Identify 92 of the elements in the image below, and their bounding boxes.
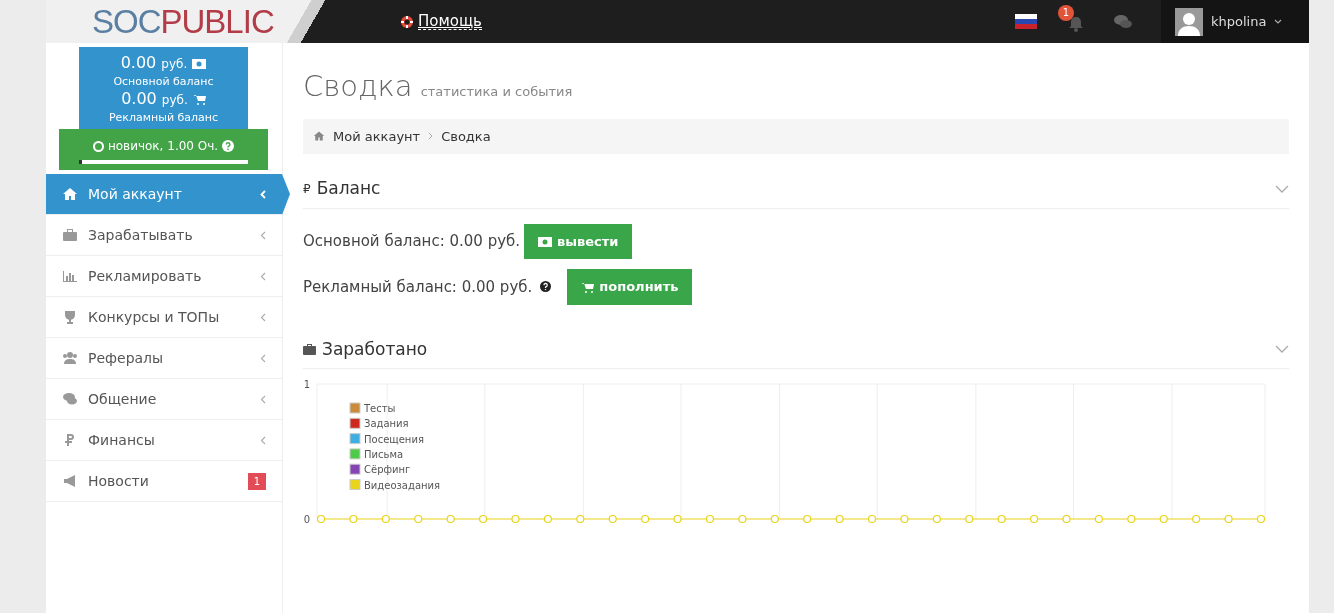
breadcrumb-item: Сводка — [441, 127, 491, 146]
data-point — [349, 514, 358, 524]
russian-flag-icon[interactable] — [1015, 14, 1037, 29]
data-point — [738, 514, 747, 524]
count-badge: 1 — [247, 472, 266, 490]
collapse-icon[interactable] — [1275, 184, 1289, 193]
data-point — [803, 514, 812, 524]
help-link[interactable]: Помощь — [418, 12, 482, 31]
data-point — [1192, 514, 1201, 524]
page-subtitle: статистика и события — [420, 83, 573, 101]
legend-swatch — [349, 463, 361, 475]
circle-icon — [92, 140, 104, 152]
data-point — [1062, 514, 1071, 524]
legend-swatch — [349, 448, 361, 460]
page-title: Сводка — [303, 68, 413, 105]
sidebar-item[interactable]: Рефералы — [46, 338, 282, 380]
notification-badge: 1 — [1058, 4, 1074, 21]
data-point — [1094, 514, 1104, 524]
cart-icon — [192, 94, 206, 106]
sidebar-item[interactable]: Общение — [46, 379, 282, 421]
data-point — [641, 514, 650, 524]
legend-label: Видеозадания — [364, 479, 441, 491]
briefcase-icon — [62, 227, 78, 244]
legend-swatch — [349, 433, 361, 445]
lifebuoy-icon — [400, 14, 414, 29]
data-point — [1224, 514, 1233, 524]
data-point — [316, 514, 326, 524]
bar-chart-icon — [62, 268, 78, 285]
data-point — [673, 514, 682, 524]
legend-swatch — [349, 402, 361, 414]
rank-text: новичок, 1.00 Оч. — [107, 138, 219, 156]
trophy-icon — [62, 309, 78, 326]
ruble-sign: ₽ — [303, 180, 311, 198]
section-title: Заработано — [322, 337, 428, 361]
main-balance-text: Основной баланс: 0.00 руб. — [303, 231, 521, 252]
main-balance-amount: 0.00 руб. — [79, 53, 248, 74]
data-point — [608, 514, 617, 524]
caret-icon — [1274, 19, 1283, 24]
section-title: Баланс — [316, 177, 381, 200]
data-point — [770, 514, 779, 524]
data-point — [1256, 514, 1266, 524]
ad-balance-label: Рекламный баланс — [107, 110, 220, 126]
legend-label: Задания — [364, 418, 409, 430]
banknote-icon — [538, 237, 553, 247]
home-icon — [313, 130, 325, 143]
cart-icon — [581, 282, 595, 293]
sidebar-item[interactable]: Конкурсы и ТОПы — [46, 297, 282, 339]
help-icon[interactable] — [540, 281, 552, 293]
data-point — [965, 514, 974, 524]
axis-tick-label: 0 — [303, 514, 310, 525]
legend-label: Посещения — [364, 433, 424, 445]
data-point — [381, 514, 390, 524]
separator-icon — [428, 132, 434, 141]
megaphone-icon — [62, 473, 78, 490]
collapse-icon[interactable] — [1275, 345, 1289, 354]
legend-swatch — [349, 479, 361, 490]
data-point — [478, 514, 488, 524]
data-point — [1030, 514, 1039, 524]
chat-icon[interactable] — [1113, 13, 1133, 30]
briefcase-icon — [303, 343, 316, 355]
legend-swatch — [349, 417, 361, 429]
data-point — [997, 514, 1006, 524]
axis-tick-label: 1 — [303, 379, 310, 390]
data-point — [1127, 514, 1136, 524]
users-icon — [62, 350, 78, 367]
sidebar-item[interactable]: Зарабатывать — [46, 215, 282, 257]
main-balance-label: Основной баланс — [112, 73, 215, 90]
data-point — [932, 514, 941, 524]
bell-icon[interactable] — [1067, 15, 1085, 33]
banknote-icon — [192, 58, 207, 69]
user-menu[interactable]: khpolina — [1161, 0, 1309, 43]
data-point — [576, 514, 585, 524]
data-point — [543, 514, 552, 524]
home-icon — [62, 186, 78, 203]
sidebar-item[interactable]: Новости 1 — [46, 461, 282, 503]
avatar-icon — [1175, 7, 1203, 36]
data-point — [867, 514, 877, 524]
ad-balance-text: Рекламный баланс: 0.00 руб. — [303, 276, 533, 298]
data-point — [414, 514, 423, 524]
data-point — [511, 514, 520, 524]
data-point — [900, 514, 909, 524]
data-point — [446, 514, 455, 524]
sidebar-item[interactable]: Рекламировать — [46, 256, 282, 298]
sidebar-item[interactable]: Финансы — [46, 420, 282, 462]
data-point — [705, 514, 715, 524]
ad-balance-amount: 0.00 руб. — [79, 89, 248, 110]
data-point — [835, 514, 844, 524]
legend-label: Тесты — [364, 403, 396, 414]
data-point — [1159, 514, 1168, 524]
legend-label: Сёрфинг — [364, 464, 411, 476]
legend-label: Письма — [364, 448, 404, 460]
breadcrumb-item[interactable]: Мой аккаунт — [333, 126, 421, 146]
